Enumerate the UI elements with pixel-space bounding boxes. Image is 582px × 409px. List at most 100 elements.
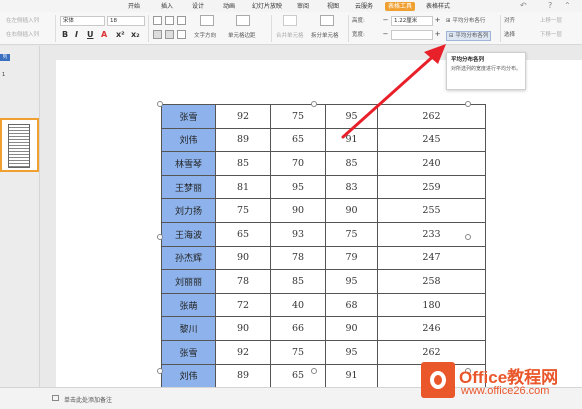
resize-handle-middle-right[interactable] (465, 234, 471, 240)
split-cells-icon[interactable] (320, 15, 334, 26)
text-direction-icon[interactable] (200, 15, 214, 26)
student-name-cell[interactable]: 张萌 (161, 292, 216, 318)
subscript-button[interactable]: x₂ (131, 30, 140, 40)
underline-button[interactable]: U (87, 30, 94, 40)
resize-handle-top-left[interactable] (157, 101, 163, 107)
tab-animation[interactable]: 动画 (223, 2, 235, 11)
table-row[interactable]: 张萌 72 40 68 180 (161, 292, 486, 318)
score-cell[interactable]: 83 (325, 174, 378, 200)
table-row[interactable]: 孙杰辉 90 78 79 247 (161, 245, 486, 271)
slide-thumbnail[interactable] (0, 118, 39, 172)
add-notes-placeholder[interactable]: 单击此处添加备注 (64, 395, 112, 404)
italic-button[interactable]: I (75, 30, 78, 40)
send-backward-button[interactable]: 下移一层 (540, 31, 562, 39)
distribute-columns-button[interactable]: ⊟ 平均分布各列 (446, 31, 492, 41)
table-row[interactable]: 刘伟896591245 (161, 127, 486, 153)
student-name-cell[interactable]: 王梦丽 (161, 174, 216, 200)
table-row[interactable]: 王梦丽 81 95 83 259 (161, 174, 486, 200)
align-right-icon[interactable] (177, 16, 186, 25)
font-name-select[interactable]: 宋体 (60, 16, 105, 26)
score-cell[interactable]: 68 (325, 292, 378, 318)
score-cell[interactable]: 90 (325, 316, 378, 341)
collapse-icon[interactable]: ⌃ (564, 1, 571, 10)
width-input[interactable] (391, 30, 433, 40)
score-cell[interactable]: 66 (270, 316, 326, 341)
total-cell[interactable]: 255 (377, 198, 486, 223)
score-cell[interactable]: 95 (325, 104, 378, 129)
score-cell[interactable]: 75 (270, 339, 326, 365)
cell-margin-button[interactable]: 单元格边距 (228, 32, 256, 40)
score-cell[interactable]: 65 (215, 221, 271, 247)
height-input[interactable]: 1.22厘米 (391, 16, 433, 26)
width-increase-button[interactable]: + (433, 30, 442, 39)
score-cell[interactable]: 79 (325, 245, 378, 271)
tab-view[interactable]: 视图 (327, 2, 339, 11)
score-cell[interactable]: 95 (325, 269, 378, 294)
insert-right-column-button[interactable]: 在右侧插入列 (6, 31, 39, 39)
resize-handle-top-right[interactable] (465, 101, 471, 107)
score-cell[interactable]: 93 (270, 221, 326, 247)
tab-cloud[interactable]: 云服务 (355, 2, 373, 11)
tab-table-tools[interactable]: 表格工具 (385, 2, 416, 11)
score-cell[interactable]: 90 (325, 198, 378, 223)
tab-table-style[interactable]: 表格样式 (426, 2, 450, 11)
score-cell[interactable]: 81 (215, 174, 271, 200)
student-name-cell[interactable]: 刘丽丽 (161, 269, 216, 294)
total-cell[interactable]: 246 (377, 316, 486, 341)
resize-handle-bottom-left[interactable] (157, 368, 163, 374)
score-cell[interactable]: 92 (215, 104, 271, 129)
tab-design[interactable]: 设计 (192, 2, 204, 11)
score-cell[interactable]: 65 (270, 363, 326, 389)
height-decrease-button[interactable]: − (381, 16, 390, 25)
score-cell[interactable]: 70 (270, 151, 326, 176)
split-cells-button[interactable]: 拆分单元格 (311, 32, 339, 40)
total-cell[interactable]: 240 (377, 151, 486, 176)
score-cell[interactable]: 78 (270, 245, 326, 271)
student-name-cell[interactable]: 孙杰辉 (161, 245, 216, 271)
score-cell[interactable]: 85 (325, 151, 378, 176)
score-cell[interactable]: 91 (325, 363, 378, 389)
width-decrease-button[interactable]: − (381, 30, 390, 39)
help-icon[interactable]: ? (548, 1, 552, 10)
student-name-cell[interactable]: 张雪 (161, 104, 216, 129)
resize-handle-middle-left[interactable] (157, 234, 163, 240)
distribute-rows-button[interactable]: ⊞ 平均分布各行 (446, 17, 485, 25)
bold-button[interactable]: B (62, 30, 68, 40)
select-button[interactable]: 选择 (504, 31, 515, 39)
student-name-cell[interactable]: 林雪琴 (161, 151, 216, 176)
table-row[interactable]: 刘力扬 75 90 90 255 (161, 198, 486, 223)
total-cell[interactable]: 180 (377, 292, 486, 318)
total-cell[interactable]: 245 (377, 127, 486, 153)
score-cell[interactable]: 90 (270, 198, 326, 223)
align-center-icon[interactable] (165, 16, 174, 25)
total-cell[interactable]: 258 (377, 269, 486, 294)
score-cell[interactable]: 78 (215, 269, 271, 294)
align-middle-icon[interactable] (165, 30, 174, 39)
score-cell[interactable]: 89 (215, 363, 271, 389)
resize-handle-bottom-center[interactable] (311, 368, 317, 374)
student-name-cell[interactable]: 刘力扬 (161, 198, 216, 223)
align-bottom-icon[interactable] (177, 30, 186, 39)
score-cell[interactable]: 65 (270, 127, 326, 153)
bring-forward-button[interactable]: 上移一层 (540, 17, 562, 25)
table-row[interactable]: 林雪琴857085240 (161, 151, 486, 176)
align-left-icon[interactable] (153, 16, 162, 25)
student-name-cell[interactable]: 张雪 (161, 339, 216, 365)
score-cell[interactable]: 90 (215, 316, 271, 341)
superscript-button[interactable]: x² (116, 30, 125, 40)
score-cell[interactable]: 40 (270, 292, 326, 318)
score-cell[interactable]: 92 (215, 339, 271, 365)
score-cell[interactable]: 91 (325, 127, 378, 153)
total-cell[interactable]: 247 (377, 245, 486, 271)
score-cell[interactable]: 85 (270, 269, 326, 294)
student-name-cell[interactable]: 王海波 (161, 221, 216, 247)
student-name-cell[interactable]: 刘伟 (161, 127, 216, 153)
align-top-icon[interactable] (153, 30, 162, 39)
resize-handle-top-center[interactable] (311, 101, 317, 107)
align-button[interactable]: 对齐 (504, 17, 515, 25)
undo-icon[interactable]: ↶ (520, 1, 527, 10)
score-cell[interactable]: 72 (215, 292, 271, 318)
font-size-select[interactable]: 18 (107, 16, 145, 26)
tab-insert[interactable]: 插入 (161, 2, 173, 11)
tab-start[interactable]: 开始 (128, 2, 140, 11)
